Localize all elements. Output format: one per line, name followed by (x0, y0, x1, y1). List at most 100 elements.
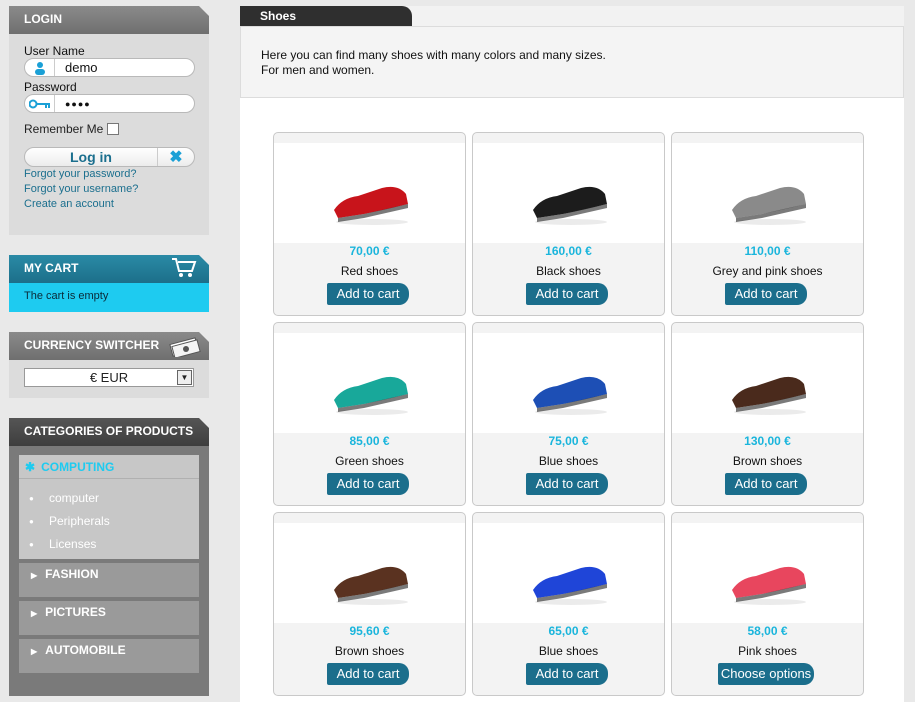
username-value: demo (65, 60, 98, 75)
category-label: PICTURES (45, 605, 106, 619)
key-icon (25, 95, 55, 112)
product-image[interactable] (672, 143, 863, 243)
password-field[interactable]: ●●●● (24, 94, 195, 113)
product-name[interactable]: Brown shoes (274, 644, 465, 658)
category-label: AUTOMOBILE (45, 643, 126, 657)
product-image[interactable] (274, 333, 465, 433)
product-price: 85,00 € (349, 434, 390, 448)
product-card: 130,00 € Brown shoes Add to cart (671, 322, 864, 506)
category-automobile[interactable]: ▶ AUTOMOBILE (19, 639, 199, 673)
product-price: 130,00 € (744, 434, 791, 448)
product-name[interactable]: Brown shoes (672, 454, 863, 468)
category-pictures[interactable]: ▶ PICTURES (19, 601, 199, 635)
cart-title-label: MY CART (24, 261, 79, 275)
cart-icon[interactable] (171, 257, 197, 288)
tab-bar: Shoes (240, 6, 904, 26)
login-button[interactable]: Log in ✖ (24, 147, 195, 167)
product-card: 95,60 € Brown shoes Add to cart (273, 512, 466, 696)
cart-title: MY CART (9, 255, 209, 283)
product-price: 75,00 € (548, 434, 589, 448)
product-card: 110,00 € Grey and pink shoes Add to cart (671, 132, 864, 316)
password-value: ●●●● (65, 98, 91, 109)
add-to-cart-button[interactable]: Add to cart (526, 663, 608, 685)
product-card: 75,00 € Blue shoes Add to cart (472, 322, 665, 506)
currency-title: CURRENCY SWITCHER (9, 332, 209, 360)
login-title: LOGIN (9, 6, 209, 34)
close-icon[interactable]: ✖ (158, 147, 194, 167)
description-line: For men and women. (261, 63, 375, 77)
currency-selected: € EUR (89, 370, 129, 385)
product-image[interactable] (274, 523, 465, 623)
chevron-down-icon[interactable]: ▼ (177, 370, 192, 385)
product-price: 65,00 € (548, 624, 589, 638)
main-content: Shoes Here you can find many shoes with … (240, 6, 904, 702)
forgot-password-link[interactable]: Forgot your password? (24, 167, 195, 182)
product-image[interactable] (274, 143, 465, 243)
create-account-link[interactable]: Create an account (24, 197, 195, 212)
category-description: Here you can find many shoes with many c… (240, 26, 904, 98)
add-to-cart-button[interactable]: Add to cart (526, 283, 608, 305)
subcategory-item[interactable]: computer (29, 487, 199, 510)
product-price: 95,60 € (349, 624, 390, 638)
username-field[interactable]: demo (24, 58, 195, 77)
product-card: 160,00 € Black shoes Add to cart (472, 132, 665, 316)
choose-options-button[interactable]: Choose options (718, 663, 814, 685)
subcategory-item[interactable]: Peripherals (29, 510, 199, 533)
login-module: LOGIN User Name demo Password ●●●● Remem… (9, 6, 209, 235)
add-to-cart-button[interactable]: Add to cart (526, 473, 608, 495)
login-form: User Name demo Password ●●●● Remember Me… (9, 34, 209, 235)
product-name[interactable]: Red shoes (274, 264, 465, 278)
product-name[interactable]: Black shoes (473, 264, 664, 278)
product-name[interactable]: Grey and pink shoes (672, 264, 863, 278)
add-to-cart-button[interactable]: Add to cart (327, 663, 409, 685)
remember-label: Remember Me (24, 122, 104, 136)
product-image[interactable] (473, 143, 664, 243)
product-name[interactable]: Blue shoes (473, 644, 664, 658)
categories-list: ✱ COMPUTING computer Peripherals Licenses… (9, 446, 209, 696)
login-button-label: Log in (25, 148, 158, 166)
forgot-username-link[interactable]: Forgot your username? (24, 182, 195, 197)
product-price: 110,00 € (744, 244, 791, 258)
product-image[interactable] (473, 333, 664, 433)
tab-shoes[interactable]: Shoes (240, 6, 412, 26)
category-computing-label: COMPUTING (41, 460, 115, 474)
categories-module: CATEGORIES OF PRODUCTS ✱ COMPUTING comput… (9, 418, 209, 696)
category-fashion[interactable]: ▶ FASHION (19, 563, 199, 597)
subcategory-list: computer Peripherals Licenses (19, 479, 199, 559)
arrow-right-icon: ▶ (31, 609, 38, 618)
username-label: User Name (24, 44, 85, 58)
arrow-right-icon: ▶ (31, 647, 38, 656)
subcategory-item[interactable]: Licenses (29, 533, 199, 556)
remember-row: Remember Me (24, 122, 195, 136)
product-card: 70,00 € Red shoes Add to cart (273, 132, 466, 316)
product-image[interactable] (473, 523, 664, 623)
product-name[interactable]: Blue shoes (473, 454, 664, 468)
product-name[interactable]: Green shoes (274, 454, 465, 468)
password-label: Password (24, 80, 77, 94)
categories-title: CATEGORIES OF PRODUCTS (9, 418, 209, 446)
cart-module: MY CART The cart is empty (9, 255, 209, 312)
category-computing-header[interactable]: ✱ COMPUTING (19, 455, 199, 479)
user-icon (25, 59, 55, 76)
currency-select[interactable]: € EUR ▼ (24, 368, 194, 387)
product-image[interactable] (672, 333, 863, 433)
product-name[interactable]: Pink shoes (672, 644, 863, 658)
currency-title-label: CURRENCY SWITCHER (24, 338, 160, 352)
product-card: 65,00 € Blue shoes Add to cart (472, 512, 665, 696)
add-to-cart-button[interactable]: Add to cart (327, 283, 409, 305)
product-price: 70,00 € (349, 244, 390, 258)
add-to-cart-button[interactable]: Add to cart (725, 283, 807, 305)
currency-module: CURRENCY SWITCHER € EUR ▼ (9, 332, 209, 398)
description-line: Here you can find many shoes with many c… (261, 48, 606, 62)
category-computing[interactable]: ✱ COMPUTING computer Peripherals Licenses (19, 455, 199, 559)
expanded-icon: ✱ (25, 460, 36, 474)
product-price: 58,00 € (747, 624, 788, 638)
remember-checkbox[interactable] (107, 123, 120, 135)
add-to-cart-button[interactable]: Add to cart (327, 473, 409, 495)
category-label: FASHION (45, 567, 99, 581)
add-to-cart-button[interactable]: Add to cart (725, 473, 807, 495)
product-image[interactable] (672, 523, 863, 623)
product-card: 85,00 € Green shoes Add to cart (273, 322, 466, 506)
product-card: 58,00 € Pink shoes Choose options (671, 512, 864, 696)
product-price: 160,00 € (545, 244, 592, 258)
